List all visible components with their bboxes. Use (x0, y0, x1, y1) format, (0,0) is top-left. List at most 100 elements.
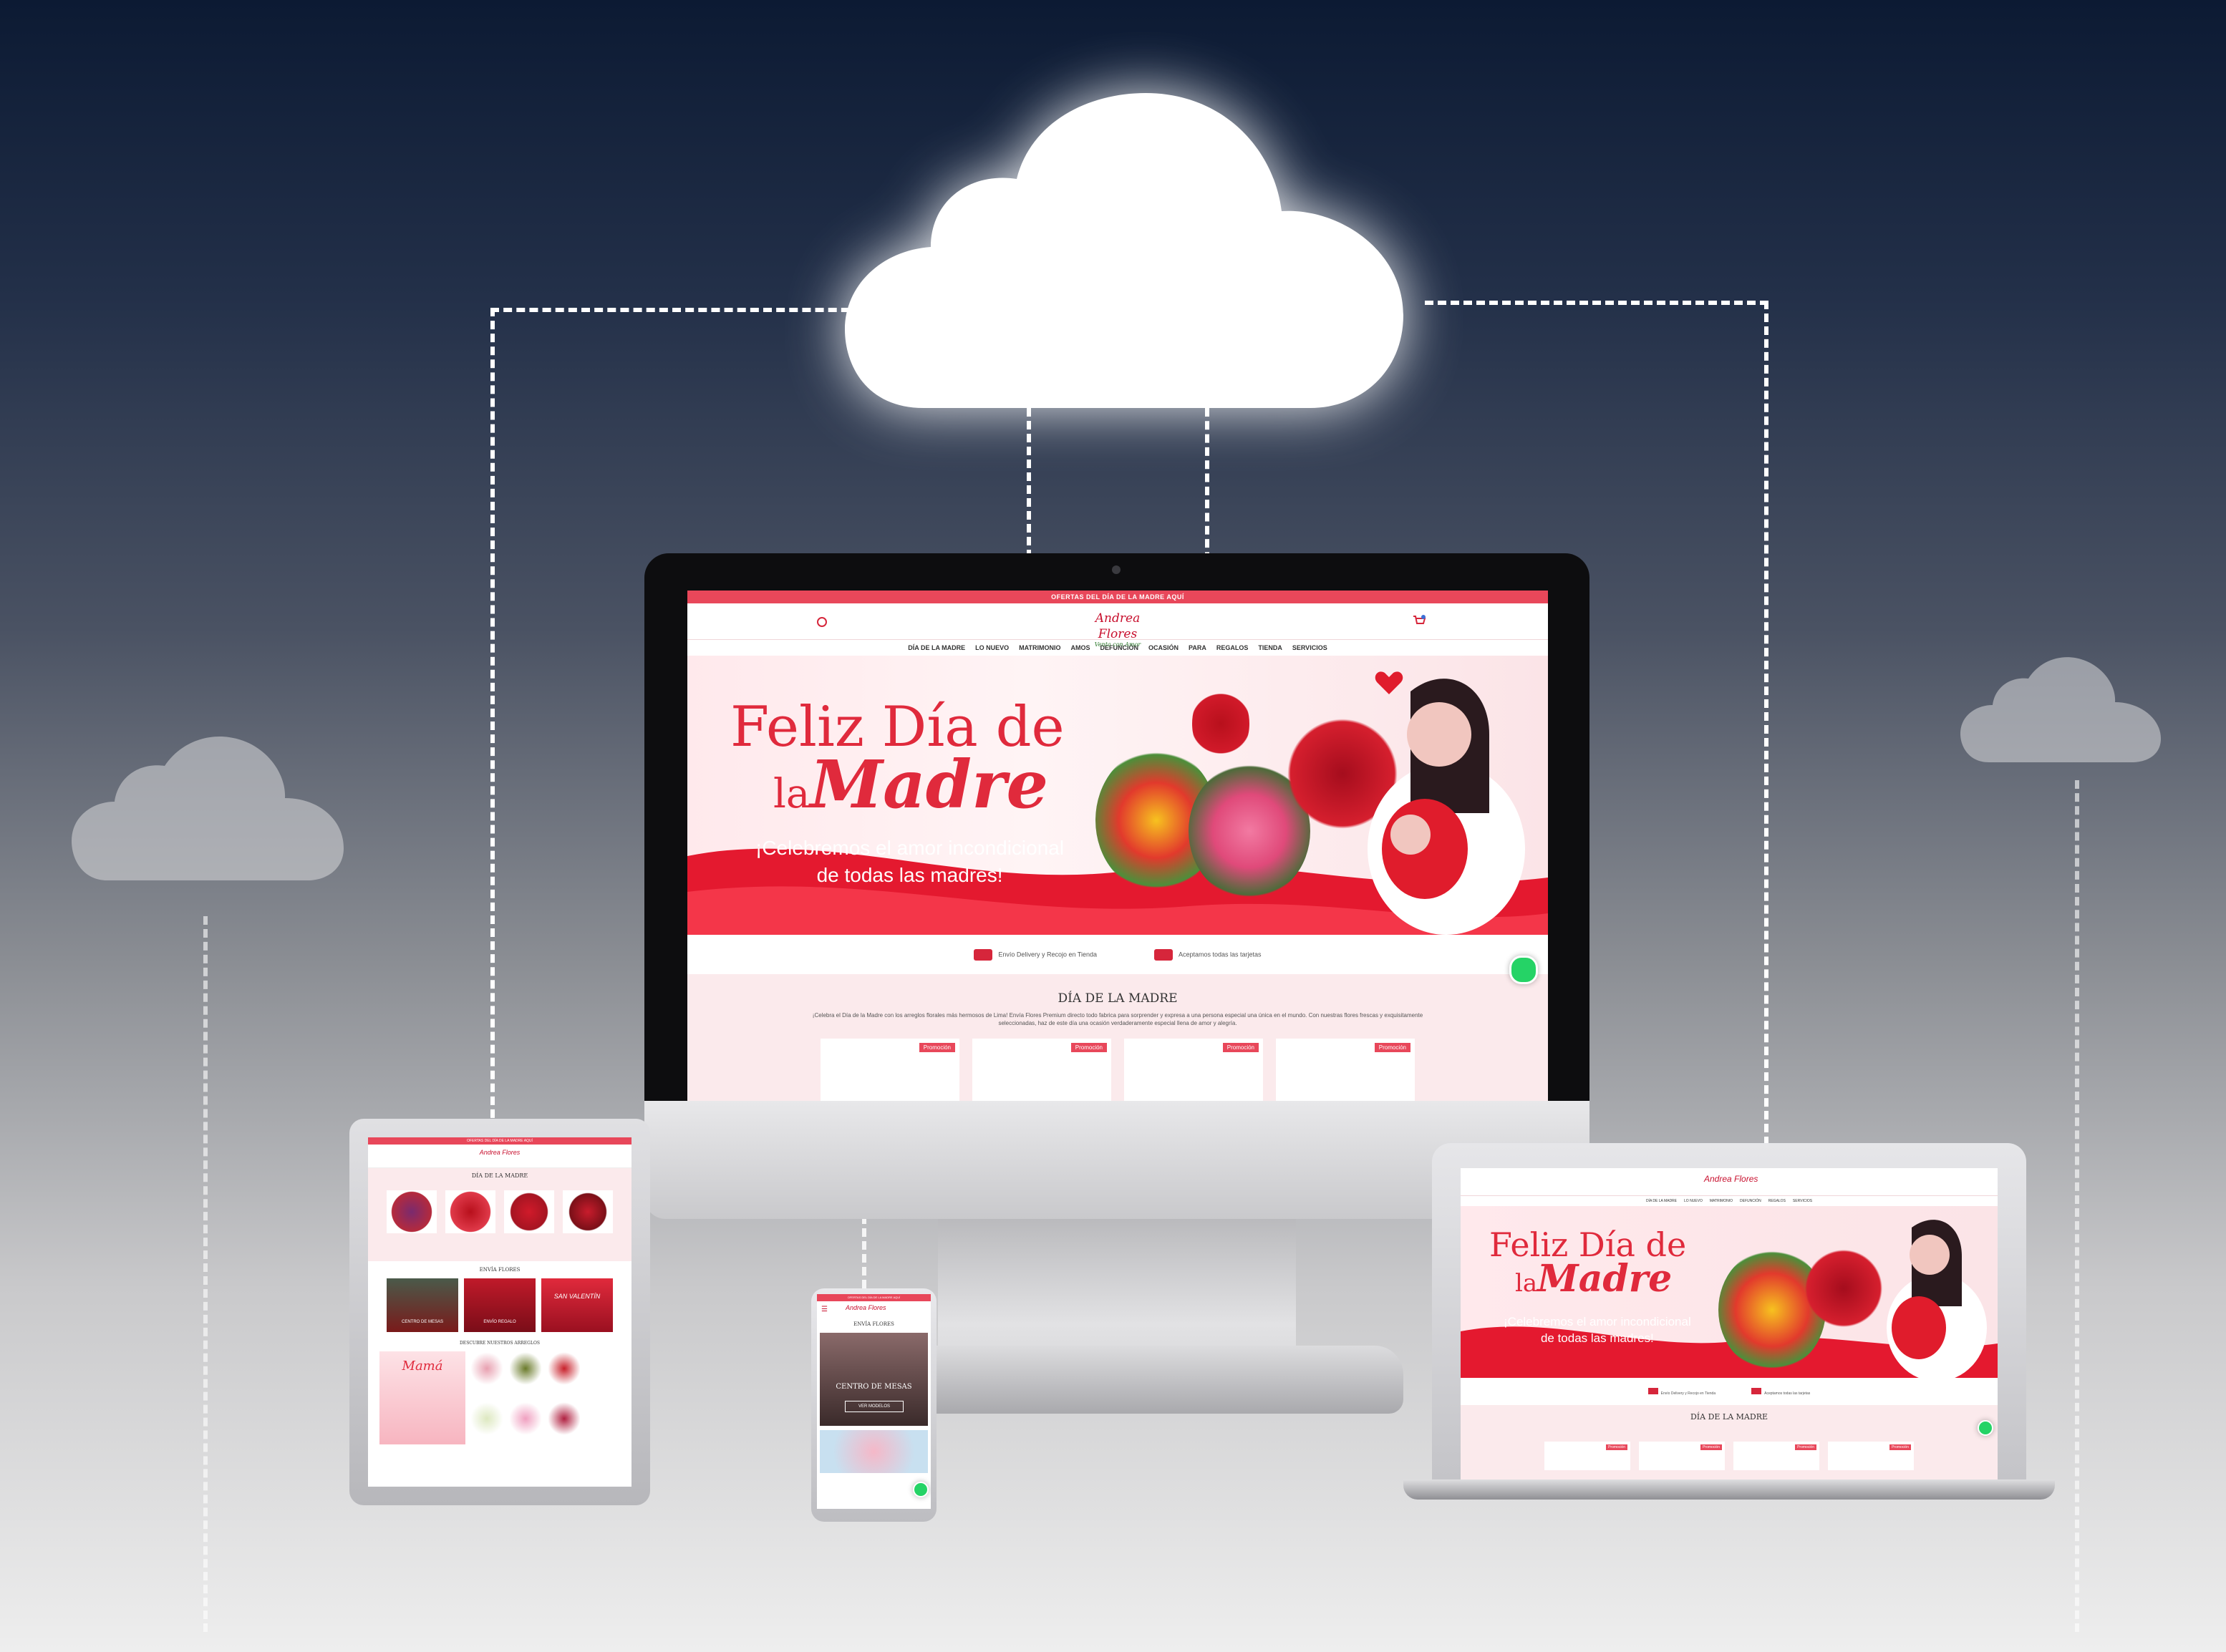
product-card[interactable]: Promoción (972, 1039, 1111, 1101)
service-strip: Envío Delivery y Recojo en Tienda Acepta… (1461, 1378, 1998, 1405)
promo-topbar[interactable]: OFERTAS DEL DÍA DE LA MADRE AQUÍ (687, 591, 1548, 603)
product-card[interactable]: Promoción (1733, 1442, 1819, 1470)
nav-item[interactable]: MATRIMONIO (1710, 1196, 1733, 1206)
nav-item[interactable]: DÍA DE LA MADRE (1646, 1196, 1677, 1206)
mother-child-illustration (1368, 679, 1525, 935)
hero-title-madre: Madre (810, 746, 1049, 823)
product-grid: Promoción Promoción Promoción Promoción (687, 1039, 1548, 1101)
whatsapp-icon[interactable] (1978, 1420, 1993, 1436)
nav-item[interactable]: MATRIMONIO (1019, 640, 1060, 656)
mother-child-illustration (1887, 1220, 1987, 1378)
promo-badge: Promoción (1222, 1043, 1259, 1052)
service-strip: Envío Delivery y Recojo en Tienda Acepta… (687, 935, 1548, 974)
tablet-device: OFERTAS DEL DÍA DE LA MADRE AQUÍ Andrea … (349, 1119, 650, 1505)
desktop-website-screen: OFERTAS DEL DÍA DE LA MADRE AQUÍ Andrea … (687, 591, 1548, 1101)
promo-badge: Promoción (1889, 1444, 1911, 1450)
nav-item[interactable]: OCASIÓN (1148, 640, 1179, 656)
section-description: ¡Celebra el Día de la Madre con los arre… (812, 1012, 1423, 1026)
promo-topbar[interactable]: OFERTAS DEL DÍA DE LA MADRE AQUÍ (368, 1137, 631, 1145)
product-thumb[interactable] (548, 1351, 580, 1386)
main-nav: DÍA DE LA MADRE LO NUEVO MATRIMONIO DEFU… (1461, 1196, 1998, 1206)
section-title: DÍA DE LA MADRE (1690, 1412, 1768, 1422)
product-card[interactable] (504, 1190, 554, 1233)
product-card[interactable]: Promoción (1544, 1442, 1630, 1470)
hero-subtitle-line2: de todas las madres! (816, 864, 1003, 886)
product-thumb[interactable] (471, 1351, 503, 1386)
nav-item[interactable]: LO NUEVO (975, 640, 1009, 656)
desktop-monitor: OFERTAS DEL DÍA DE LA MADRE AQUÍ Andrea … (644, 553, 1589, 1223)
whatsapp-icon[interactable] (913, 1482, 929, 1497)
payment-info: Aceptamos todas las tarjetas (1751, 1387, 1811, 1396)
connector-line-center-left (1027, 408, 1031, 558)
nav-item[interactable]: TIENDA (1258, 640, 1282, 656)
cart-icon[interactable] (1412, 615, 1426, 628)
category-banner[interactable]: CENTRO DE MESAS VER MODELOS (820, 1333, 928, 1426)
nav-item[interactable]: SERVICIOS (1793, 1196, 1812, 1206)
nav-item[interactable]: PARA (1189, 640, 1206, 656)
promo-topbar[interactable]: OFERTAS DEL DÍA DE LA MADRE AQUÍ (817, 1294, 931, 1301)
site-logo[interactable]: Andrea Flores (368, 1145, 631, 1160)
logo-tagline: Venta con Amor (1094, 641, 1141, 648)
nav-item[interactable]: REGALOS (1216, 640, 1249, 656)
product-image[interactable] (820, 1430, 928, 1473)
connector-line-right-top (1425, 301, 1768, 305)
product-card[interactable] (445, 1190, 495, 1233)
laptop-lid: Andrea Flores DÍA DE LA MADRE LO NUEVO M… (1432, 1143, 2026, 1479)
laptop-base (1403, 1479, 2055, 1500)
credit-card-icon (1154, 948, 1173, 961)
hero-title: Feliz Día de laMadre (1489, 1228, 1686, 1301)
product-thumb[interactable] (471, 1401, 503, 1436)
connector-line-far-left (203, 916, 208, 1632)
nav-item[interactable]: SERVICIOS (1292, 640, 1327, 656)
whatsapp-icon[interactable] (1509, 956, 1538, 984)
site-logo[interactable]: Andrea Flores Venta con Amor (1085, 611, 1150, 648)
view-models-button[interactable]: VER MODELOS (845, 1401, 904, 1412)
product-thumb[interactable] (510, 1401, 541, 1436)
payment-text: Aceptamos todas las tarjetas (1764, 1391, 1811, 1396)
nav-item[interactable]: DÍA DE LA MADRE (908, 640, 965, 656)
smartphone-device: OFERTAS DEL DÍA DE LA MADRE AQUÍ ☰ Andre… (811, 1288, 937, 1522)
site-logo[interactable]: Andrea Flores (1704, 1174, 1758, 1184)
category-card[interactable]: ENVÍO REGALO (464, 1278, 536, 1332)
phone-icon[interactable] (816, 616, 828, 628)
promo-banner[interactable]: Mamá (379, 1351, 465, 1444)
monitor-bezel: OFERTAS DEL DÍA DE LA MADRE AQUÍ Andrea … (644, 553, 1589, 1101)
payment-text: Aceptamos todas las tarjetas (1179, 950, 1262, 958)
promo-badge: Promoción (1795, 1444, 1816, 1450)
teddy-bear-image (1192, 684, 1249, 763)
product-card[interactable]: Promoción (1639, 1442, 1725, 1470)
truck-icon (1647, 1387, 1658, 1394)
nav-item[interactable]: REGALOS (1768, 1196, 1786, 1206)
hero-subtitle: ¡Celebremos el amor incondicional de tod… (1504, 1313, 1691, 1346)
product-card[interactable]: Promoción (1124, 1039, 1263, 1101)
product-card[interactable]: Promoción (821, 1039, 959, 1101)
site-logo[interactable]: Andrea Flores (846, 1304, 886, 1311)
banner-title: CENTRO DE MESAS (836, 1383, 912, 1391)
webcam-icon (1112, 565, 1121, 574)
hero-banner[interactable]: Feliz Día de laMadre ¡Celebremos el amor… (687, 656, 1548, 935)
cloud-icon-right (1960, 657, 2161, 762)
product-thumb[interactable] (510, 1351, 541, 1386)
product-thumb[interactable] (548, 1401, 580, 1436)
product-card[interactable]: Promoción (1828, 1442, 1914, 1470)
payment-info: Aceptamos todas las tarjetas (1154, 948, 1262, 961)
promo-badge: Promoción (1700, 1444, 1722, 1450)
category-card[interactable]: CENTRO DE MESAS (387, 1278, 458, 1332)
menu-icon[interactable]: ☰ (821, 1306, 828, 1313)
product-card[interactable] (563, 1190, 613, 1233)
phone-website-screen: OFERTAS DEL DÍA DE LA MADRE AQUÍ ☰ Andre… (817, 1294, 931, 1509)
red-roses-image (1804, 1235, 1883, 1342)
product-card[interactable] (387, 1190, 437, 1233)
nav-item[interactable]: LO NUEVO (1684, 1196, 1703, 1206)
category-card[interactable]: SAN VALENTÍN (541, 1278, 613, 1332)
cloud-icon-left (72, 737, 344, 880)
section-title-2: ENVÍA FLORES (479, 1267, 521, 1273)
mothers-day-section: DÍA DE LA MADRE Promoción Promoción Prom… (1461, 1405, 1998, 1479)
hero-subtitle: ¡Celebremos el amor incondicional de tod… (755, 835, 1064, 889)
hero-banner[interactable]: Feliz Día de laMadre ¡Celebremos el amor… (1461, 1206, 1998, 1378)
product-card[interactable]: Promoción (1276, 1039, 1415, 1101)
delivery-info: Envío Delivery y Recojo en Tienda (974, 948, 1097, 961)
nav-item[interactable]: DEFUNCIÓN (1740, 1196, 1761, 1206)
hero-subtitle-line1: ¡Celebremos el amor incondicional (1504, 1315, 1691, 1328)
promo-badge: Promoción (1374, 1043, 1410, 1052)
